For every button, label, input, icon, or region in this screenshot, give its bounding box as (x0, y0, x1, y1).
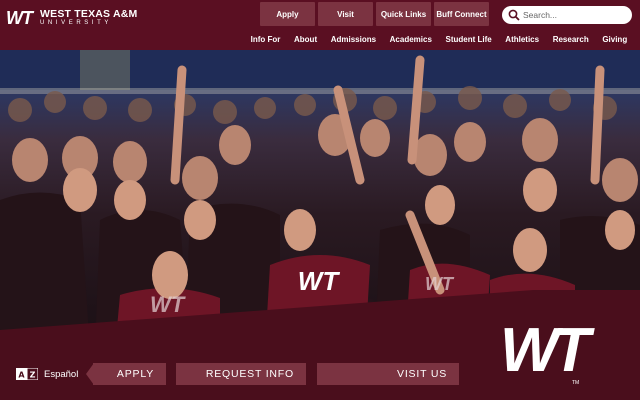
nav-about[interactable]: About (287, 35, 324, 44)
nav-student-life[interactable]: Student Life (439, 35, 499, 44)
visit-button[interactable]: Visit (318, 2, 373, 26)
wt-footer-logo: WT (500, 316, 590, 385)
utility-buttons: Apply Visit Quick Links Buff Connect (260, 2, 489, 26)
site-header: WT WEST TEXAS A&M UNIVERSITY Apply Visit… (0, 0, 640, 50)
language-label: Español (44, 368, 79, 380)
svg-text:A: A (18, 371, 25, 380)
nav-research[interactable]: Research (546, 35, 596, 44)
nav-athletics[interactable]: Athletics (499, 35, 546, 44)
nav-info-for[interactable]: Info For (244, 35, 287, 44)
university-logo[interactable]: WT WEST TEXAS A&M UNIVERSITY (6, 6, 138, 30)
search-box[interactable]: Search... (502, 6, 632, 24)
logo-name: WEST TEXAS A&M (40, 8, 138, 20)
quick-links-button[interactable]: Quick Links (376, 2, 431, 26)
svg-text:Z: Z (30, 371, 36, 380)
logo-mark: WT (6, 8, 33, 28)
apply-cta-button[interactable]: APPLY (93, 363, 166, 385)
logo-subtitle: UNIVERSITY (40, 20, 113, 26)
language-toggle[interactable]: A Z Español (16, 368, 78, 380)
translate-icon: A Z (16, 368, 38, 380)
search-placeholder: Search... (523, 10, 558, 20)
apply-button[interactable]: Apply (260, 2, 315, 26)
request-info-button[interactable]: REQUEST INFO (176, 363, 306, 385)
visit-us-button[interactable]: VISIT US (317, 363, 459, 385)
nav-giving[interactable]: Giving (596, 35, 634, 44)
search-icon (508, 9, 520, 21)
nav-academics[interactable]: Academics (383, 35, 439, 44)
main-nav: Info For About Admissions Academics Stud… (244, 35, 634, 44)
trademark-symbol: TM (572, 380, 580, 386)
buff-connect-button[interactable]: Buff Connect (434, 2, 489, 26)
nav-admissions[interactable]: Admissions (324, 35, 383, 44)
